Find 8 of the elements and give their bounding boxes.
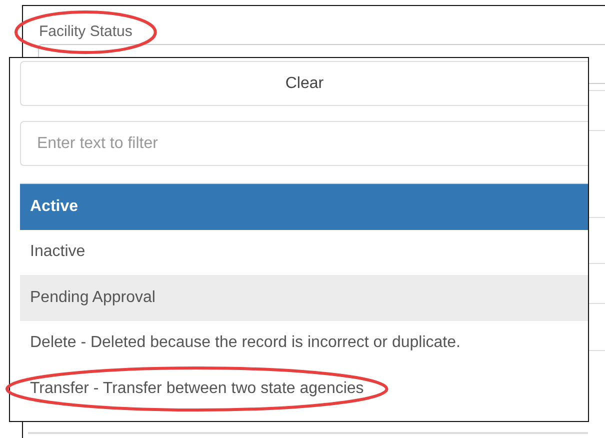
dropdown-option[interactable]: Transfer - Transfer between two state agencies (20, 366, 588, 412)
clear-button[interactable]: Clear (20, 61, 588, 106)
field-label: Facility Status (39, 22, 132, 42)
dropdown-option[interactable]: Active (20, 184, 588, 230)
filter-field[interactable]: Enter text to filter (20, 121, 588, 166)
dropdown-option[interactable]: Pending Approval (20, 275, 588, 320)
dropdown-option[interactable]: Delete - Deleted because the record is incorrect or duplicate. (20, 320, 588, 366)
dropdown-option[interactable]: Inactive (20, 230, 588, 275)
